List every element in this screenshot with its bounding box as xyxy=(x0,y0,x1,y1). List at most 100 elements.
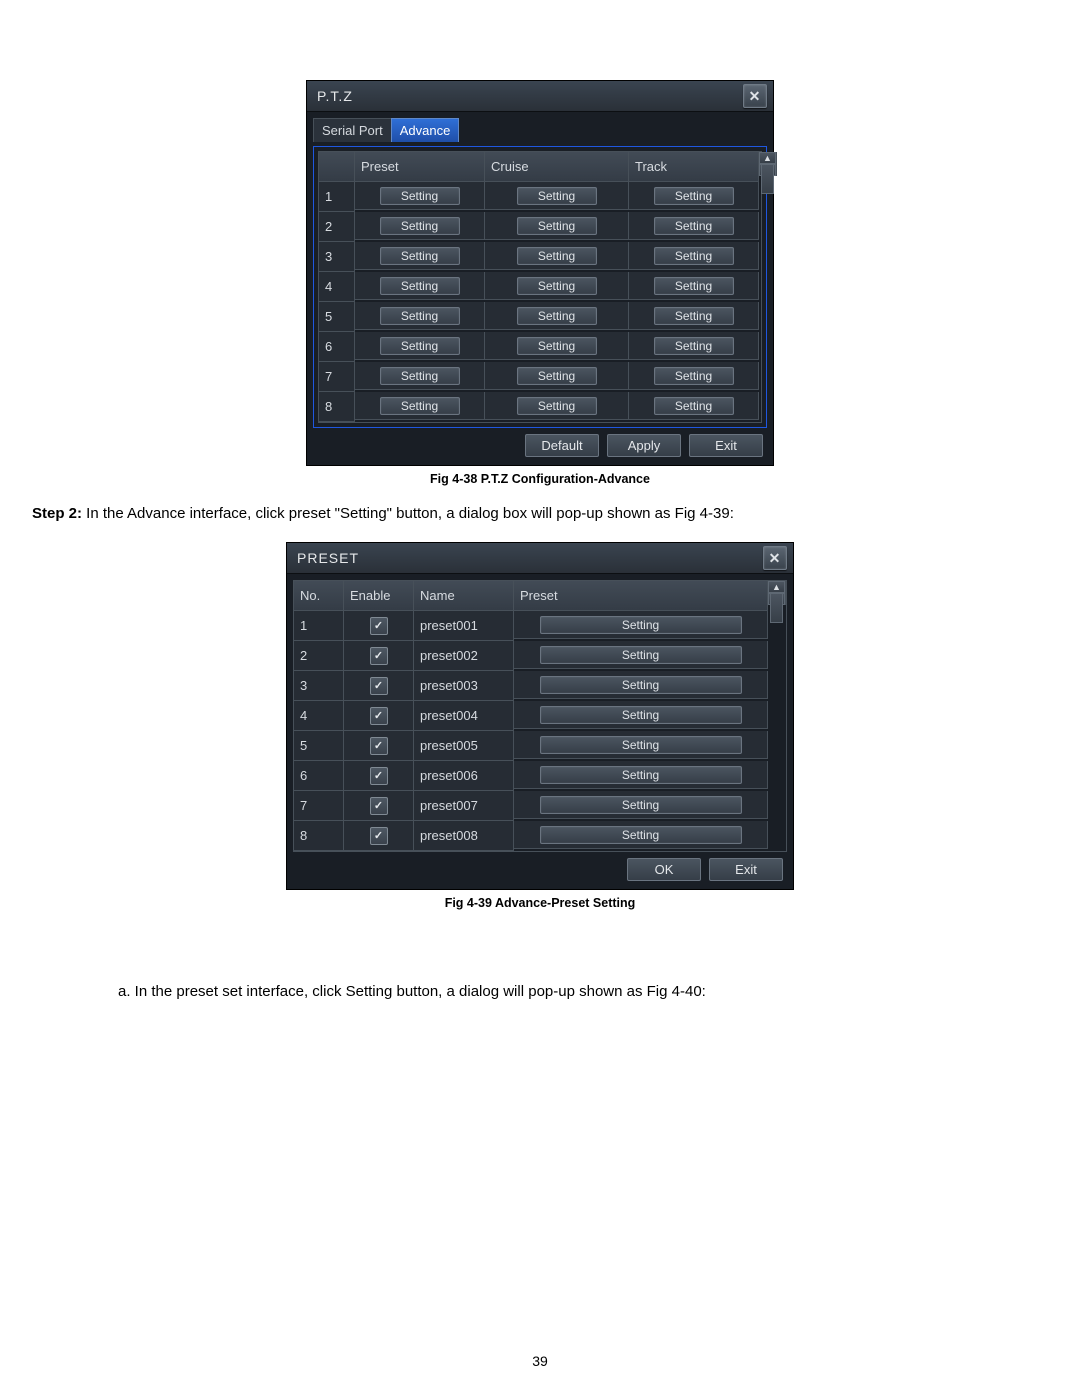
preset-setting-button[interactable]: Setting xyxy=(540,766,742,784)
track-setting-button[interactable]: Setting xyxy=(654,187,734,205)
track-setting-button[interactable]: Setting xyxy=(654,307,734,325)
track-setting-button[interactable]: Setting xyxy=(654,367,734,385)
close-icon[interactable]: ✕ xyxy=(743,84,767,108)
cruise-setting-button[interactable]: Setting xyxy=(517,397,597,415)
preset-scrollbar[interactable]: ▲ ▼ xyxy=(768,581,786,605)
cell-cruise: Setting xyxy=(485,182,629,210)
preset-setting-button[interactable]: Setting xyxy=(380,217,460,235)
default-button[interactable]: Default xyxy=(525,434,599,457)
scroll-up-icon[interactable]: ▲ xyxy=(759,152,776,164)
row-number: 6 xyxy=(294,761,344,791)
preset-setting-button[interactable]: Setting xyxy=(540,706,742,724)
enable-cell: ✓ xyxy=(344,611,414,641)
preset-setting-button[interactable]: Setting xyxy=(540,826,742,844)
apply-button[interactable]: Apply xyxy=(607,434,681,457)
cell-track: Setting xyxy=(629,212,759,240)
row-number: 1 xyxy=(294,611,344,641)
preset-setting-button[interactable]: Setting xyxy=(540,616,742,634)
ptz-title: P.T.Z xyxy=(317,88,353,104)
track-setting-button[interactable]: Setting xyxy=(654,247,734,265)
exit-button[interactable]: Exit xyxy=(689,434,763,457)
preset-table: No. Enable Name Preset ▲ ▼ 1✓preset001Se… xyxy=(293,580,787,852)
preset-button-cell: Setting xyxy=(514,671,768,699)
preset-setting-button[interactable]: Setting xyxy=(540,676,742,694)
preset-button-cell: Setting xyxy=(514,821,768,849)
scroll-thumb[interactable] xyxy=(761,164,774,194)
enable-checkbox[interactable]: ✓ xyxy=(370,617,388,635)
enable-cell: ✓ xyxy=(344,761,414,791)
track-setting-button[interactable]: Setting xyxy=(654,217,734,235)
row-number: 8 xyxy=(319,392,355,422)
preset-button-cell: Setting xyxy=(514,701,768,729)
tab-advance[interactable]: Advance xyxy=(391,118,460,142)
cell-track: Setting xyxy=(629,362,759,390)
cell-cruise: Setting xyxy=(485,272,629,300)
row-number: 8 xyxy=(294,821,344,851)
preset-footer: OK Exit xyxy=(293,852,787,883)
row-number: 5 xyxy=(319,302,355,332)
cell-cruise: Setting xyxy=(485,242,629,270)
cruise-setting-button[interactable]: Setting xyxy=(517,217,597,235)
ptz-table: Preset Cruise Track ▲ ▼ 1SettingSettingS… xyxy=(318,151,762,423)
preset-button-cell: Setting xyxy=(514,731,768,759)
cruise-setting-button[interactable]: Setting xyxy=(517,277,597,295)
cruise-setting-button[interactable]: Setting xyxy=(517,247,597,265)
preset-setting-button[interactable]: Setting xyxy=(380,307,460,325)
preset-setting-button[interactable]: Setting xyxy=(540,646,742,664)
enable-cell: ✓ xyxy=(344,821,414,851)
cell-preset: Setting xyxy=(355,242,485,270)
page-number: 39 xyxy=(0,1353,1080,1369)
exit-button[interactable]: Exit xyxy=(709,858,783,881)
preset-name: preset002 xyxy=(414,641,514,671)
row-number: 2 xyxy=(294,641,344,671)
cell-cruise: Setting xyxy=(485,362,629,390)
preset-setting-button[interactable]: Setting xyxy=(380,397,460,415)
preset-button-cell: Setting xyxy=(514,761,768,789)
preset-setting-button[interactable]: Setting xyxy=(540,796,742,814)
preset-setting-button[interactable]: Setting xyxy=(380,337,460,355)
cell-cruise: Setting xyxy=(485,392,629,420)
track-setting-button[interactable]: Setting xyxy=(654,397,734,415)
scroll-thumb[interactable] xyxy=(770,593,783,623)
preset-setting-button[interactable]: Setting xyxy=(380,187,460,205)
enable-checkbox[interactable]: ✓ xyxy=(370,647,388,665)
track-setting-button[interactable]: Setting xyxy=(654,277,734,295)
enable-checkbox[interactable]: ✓ xyxy=(370,737,388,755)
col-name: Name xyxy=(414,581,514,611)
cell-preset: Setting xyxy=(355,392,485,420)
preset-name: preset006 xyxy=(414,761,514,791)
ptz-titlebar: P.T.Z ✕ xyxy=(307,81,773,112)
preset-setting-button[interactable]: Setting xyxy=(380,367,460,385)
cruise-setting-button[interactable]: Setting xyxy=(517,187,597,205)
preset-name: preset004 xyxy=(414,701,514,731)
preset-dialog: PRESET ✕ No. Enable Name Preset ▲ ▼ 1✓pr… xyxy=(286,542,794,890)
ptz-scrollbar[interactable]: ▲ ▼ xyxy=(759,152,777,176)
cruise-setting-button[interactable]: Setting xyxy=(517,307,597,325)
enable-checkbox[interactable]: ✓ xyxy=(370,827,388,845)
enable-cell: ✓ xyxy=(344,671,414,701)
preset-setting-button[interactable]: Setting xyxy=(540,736,742,754)
enable-checkbox[interactable]: ✓ xyxy=(370,797,388,815)
col-preset: Preset xyxy=(355,152,485,182)
step2-label: Step 2: xyxy=(32,505,82,522)
cell-preset: Setting xyxy=(355,182,485,210)
cruise-setting-button[interactable]: Setting xyxy=(517,337,597,355)
enable-checkbox[interactable]: ✓ xyxy=(370,677,388,695)
preset-name: preset008 xyxy=(414,821,514,851)
col-preset: Preset xyxy=(514,581,768,611)
ok-button[interactable]: OK xyxy=(627,858,701,881)
cell-preset: Setting xyxy=(355,362,485,390)
cruise-setting-button[interactable]: Setting xyxy=(517,367,597,385)
preset-setting-button[interactable]: Setting xyxy=(380,247,460,265)
cell-track: Setting xyxy=(629,242,759,270)
preset-name: preset003 xyxy=(414,671,514,701)
col-blank xyxy=(319,152,355,182)
track-setting-button[interactable]: Setting xyxy=(654,337,734,355)
col-no: No. xyxy=(294,581,344,611)
enable-checkbox[interactable]: ✓ xyxy=(370,707,388,725)
enable-checkbox[interactable]: ✓ xyxy=(370,767,388,785)
tab-serial-port[interactable]: Serial Port xyxy=(313,118,392,142)
scroll-up-icon[interactable]: ▲ xyxy=(768,581,785,593)
preset-setting-button[interactable]: Setting xyxy=(380,277,460,295)
close-icon[interactable]: ✕ xyxy=(763,546,787,570)
